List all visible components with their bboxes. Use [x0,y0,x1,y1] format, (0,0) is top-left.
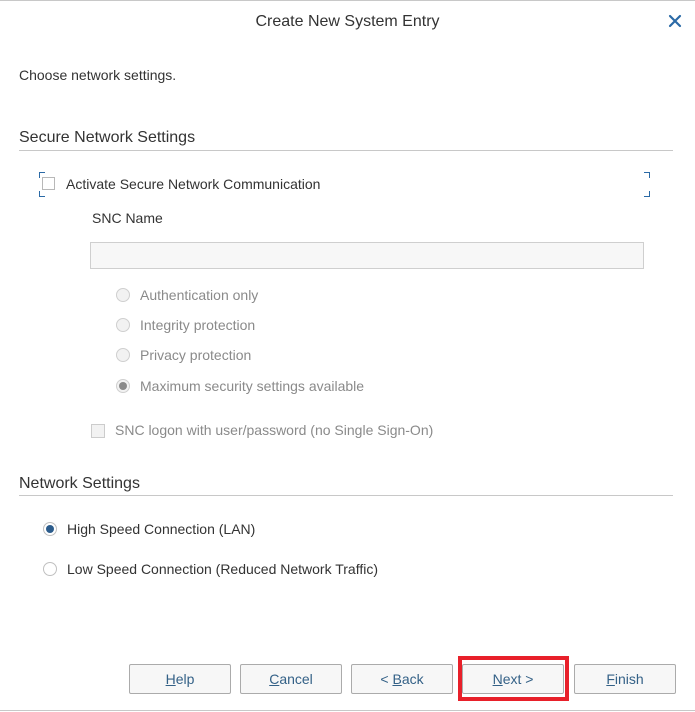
section-divider [19,150,673,151]
radio-authentication-only[interactable] [116,288,130,302]
back-mnemonic: B [392,671,402,687]
secure-network-section-title: Secure Network Settings [19,129,196,146]
activate-snc-label[interactable]: Activate Secure Network Communication [66,176,320,192]
help-mnemonic: H [165,671,176,687]
radio-label[interactable]: High Speed Connection (LAN) [67,521,255,537]
back-label: ack [401,671,424,687]
radio-label[interactable]: Low Speed Connection (Reduced Network Tr… [67,561,378,577]
help-label: elp [175,671,195,687]
bottom-divider [0,710,695,711]
cancel-mnemonic: C [269,671,280,687]
help-button[interactable]: Help [129,664,231,694]
radio-integrity-protection[interactable] [116,318,130,332]
radio-label: Authentication only [140,287,259,303]
finish-button[interactable]: Finish [574,664,676,694]
back-prefix: < [380,671,393,687]
snc-name-label: SNC Name [92,210,163,226]
dialog-subtitle: Choose network settings. [19,67,177,83]
dialog-title: Create New System Entry [255,13,440,30]
radio-maximum-security[interactable] [116,379,130,393]
next-mnemonic: N [492,671,503,687]
radio-high-speed[interactable] [43,522,57,536]
close-button[interactable] [667,12,683,30]
finish-mnemonic: F [606,671,615,687]
back-button[interactable]: < Back [351,664,453,694]
radio-low-speed[interactable] [43,562,57,576]
cancel-label: ancel [279,671,313,687]
snc-name-input[interactable] [90,242,644,269]
radio-selected-dot [46,525,54,533]
section-divider [19,495,673,496]
close-icon [668,14,682,28]
radio-privacy-protection[interactable] [116,348,130,362]
radio-selected-dot [119,382,127,390]
cancel-button[interactable]: Cancel [240,664,342,694]
network-section-title: Network Settings [19,475,140,492]
radio-label: Maximum security settings available [140,378,365,394]
radio-label: Integrity protection [140,317,256,333]
next-button[interactable]: Next > [462,664,564,694]
snc-logon-checkbox[interactable] [91,424,105,438]
next-label: ext > [502,671,534,687]
radio-label: Privacy protection [140,347,252,363]
activate-snc-checkbox[interactable] [42,177,55,190]
finish-label: inish [614,671,644,687]
create-system-entry-dialog: Create New System Entry Choose network s… [0,0,695,712]
snc-logon-label: SNC logon with user/password (no Single … [115,422,434,438]
